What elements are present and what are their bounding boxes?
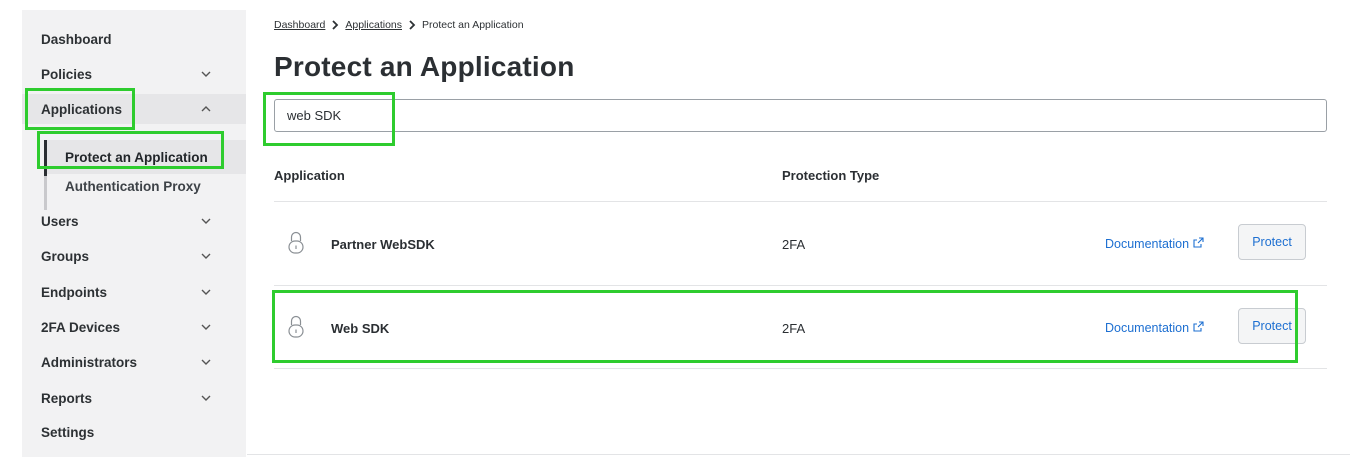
sidebar-item-label: Policies [41,66,93,82]
chevron-down-icon [200,68,212,80]
sidebar-item-policies[interactable]: Policies [22,59,246,89]
protection-type: 2FA [782,237,806,252]
application-name: Web SDK [331,321,390,336]
breadcrumb-link-dashboard[interactable]: Dashboard [274,19,325,31]
page-title: Protect an Application [274,51,575,82]
protect-button[interactable]: Protect [1238,308,1306,344]
column-header-application: Application [274,168,345,183]
lock-icon [288,230,304,254]
chevron-down-icon [200,286,212,298]
column-header-protection-type: Protection Type [782,168,880,183]
sidebar-item-users[interactable]: Users [22,206,246,236]
chevron-down-icon [200,392,212,404]
main-content: Dashboard Applications Protect an Applic… [247,0,1350,457]
breadcrumb-link-applications[interactable]: Applications [345,19,402,31]
chevron-down-icon [200,321,212,333]
sidebar-item-label: Dashboard [41,31,112,47]
sidebar-item-label: Users [41,213,79,229]
main-divider [247,454,1350,455]
sidebar-item-label: 2FA Devices [41,319,121,335]
documentation-label: Documentation [1105,237,1190,251]
subnav-item-label: Authentication Proxy [65,178,201,194]
chevron-up-icon [200,103,212,115]
sidebar-item-label: Applications [41,101,123,117]
application-name: Partner WebSDK [331,237,435,252]
sidebar-item-endpoints[interactable]: Endpoints [22,277,246,307]
sidebar-item-2fa-devices[interactable]: 2FA Devices [22,312,246,342]
protection-type: 2FA [782,321,806,336]
sidebar-item-settings[interactable]: Settings [22,417,246,447]
protect-button[interactable]: Protect [1238,224,1306,260]
table-row: Partner WebSDK 2FA Documentation Protect [274,201,1327,285]
chevron-right-icon [331,20,339,30]
sidebar-item-administrators[interactable]: Administrators [22,347,246,377]
subnav-item-label: Protect an Application [65,149,208,165]
sidebar-item-label: Endpoints [41,284,107,300]
sidebar-item-dashboard[interactable]: Dashboard [22,24,246,54]
documentation-link[interactable]: Documentation [1105,321,1204,335]
external-link-icon [1189,237,1204,251]
sidebar-item-label: Settings [41,424,95,440]
documentation-link[interactable]: Documentation [1105,237,1204,251]
chevron-down-icon [200,250,212,262]
subnav-item-authentication-proxy[interactable]: Authentication Proxy [47,169,246,203]
external-link-icon [1189,321,1204,335]
table-row: Web SDK 2FA Documentation Protect [274,285,1327,369]
breadcrumb: Dashboard Applications Protect an Applic… [274,19,524,31]
lock-icon [288,314,304,338]
sidebar-item-groups[interactable]: Groups [22,241,246,271]
search-input[interactable] [274,99,1327,132]
sidebar-item-label: Reports [41,390,93,406]
sidebar-item-label: Administrators [41,354,138,370]
sidebar: Dashboard Policies Applications Protect … [22,10,246,457]
chevron-down-icon [200,356,212,368]
sidebar-item-reports[interactable]: Reports [22,383,246,413]
sidebar-item-label: Groups [41,248,90,264]
sidebar-item-applications[interactable]: Applications [22,94,246,124]
chevron-down-icon [200,215,212,227]
breadcrumb-current: Protect an Application [422,19,524,31]
documentation-label: Documentation [1105,321,1190,335]
chevron-right-icon [408,20,416,30]
table-divider [274,368,1327,369]
